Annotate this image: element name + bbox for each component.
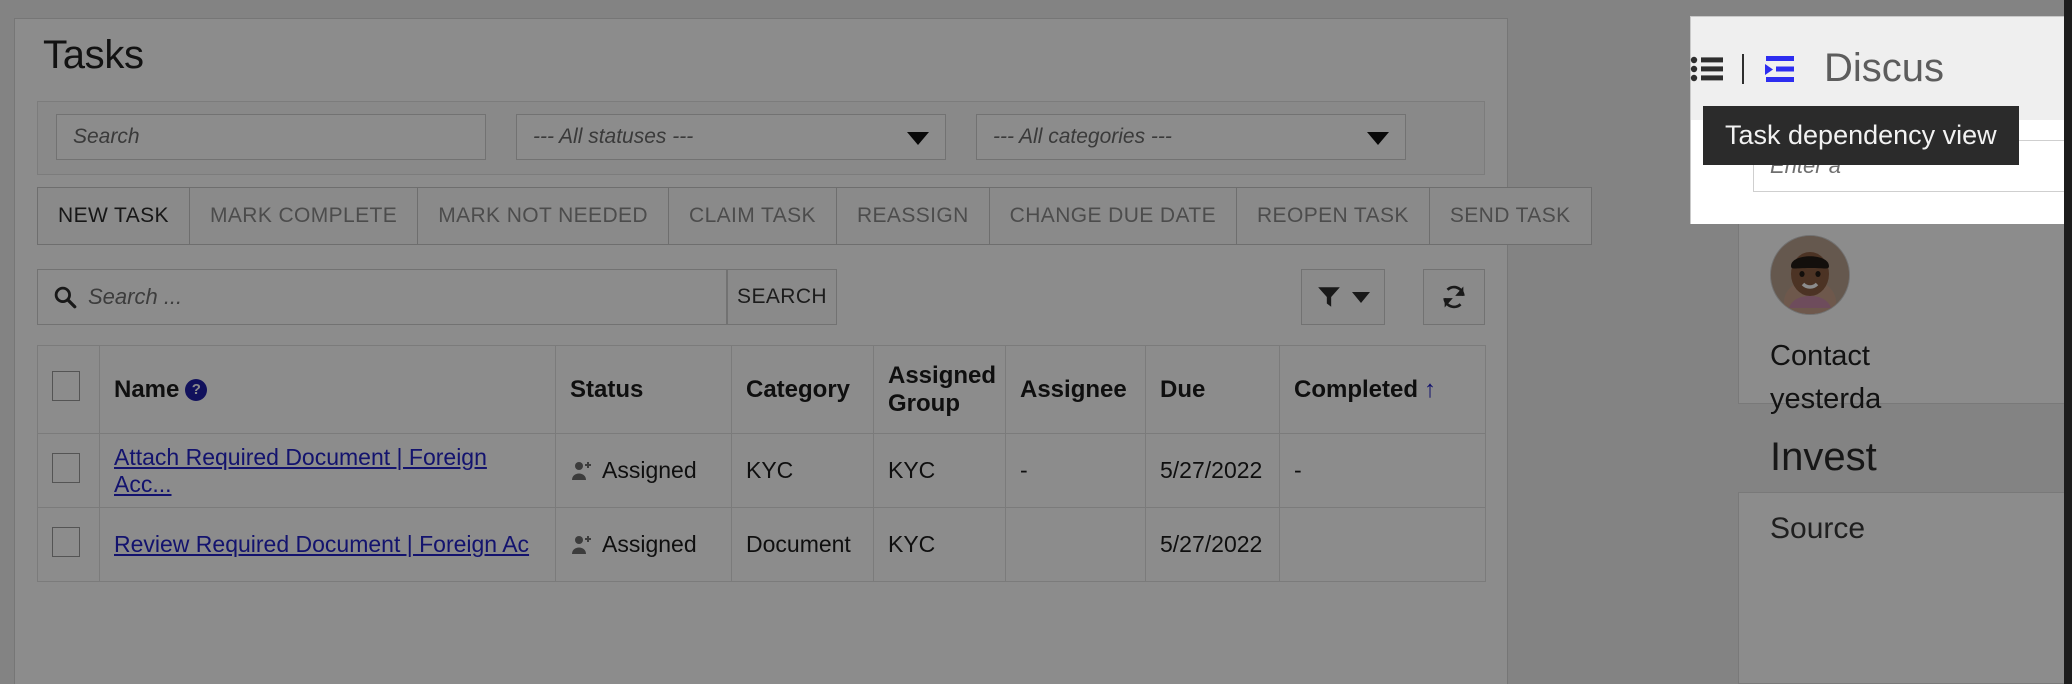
column-label-completed: Completed [1294, 375, 1419, 403]
new-task-button[interactable]: NEW TASK [37, 187, 189, 245]
change-due-date-button[interactable]: CHANGE DUE DATE [988, 187, 1236, 245]
tooltip: Task dependency view [1703, 106, 2019, 165]
mark-complete-button[interactable]: MARK COMPLETE [188, 187, 418, 245]
row-due-cell: 5/27/2022 [1145, 507, 1280, 582]
chevron-down-icon [907, 132, 929, 145]
row-assignee-cell: - [1005, 433, 1146, 508]
row-assigned-group-cell: KYC [873, 433, 1006, 508]
task-name-link[interactable]: Attach Required Document | Foreign Acc..… [114, 444, 487, 497]
chevron-down-icon [1367, 132, 1389, 145]
row-completed-cell: - [1279, 433, 1486, 508]
user-plus-icon [572, 535, 591, 554]
row-due-cell: 5/27/2022 [1145, 433, 1280, 508]
category-filter-select[interactable]: --- All categories --- [976, 114, 1406, 160]
select-all-checkbox[interactable] [52, 371, 80, 401]
chevron-down-icon [1352, 291, 1370, 303]
page-title: Tasks [43, 33, 144, 77]
reassign-button[interactable]: REASSIGN [835, 187, 989, 245]
view-switcher: Discus [1690, 46, 2072, 91]
select-all-header [37, 345, 100, 434]
row-assignee-cell [1005, 507, 1146, 582]
refresh-icon [1443, 285, 1465, 309]
list-view-icon[interactable] [1690, 54, 1724, 84]
column-header-assigned-group[interactable]: Assigned Group [873, 345, 1006, 434]
row-checkbox[interactable] [52, 526, 80, 557]
tasks-card: Tasks Search --- All statuses --- --- Al… [14, 18, 1592, 684]
row-checkbox[interactable] [52, 452, 80, 483]
table-row[interactable]: Review Required Document | Foreign Ac As… [37, 507, 1486, 582]
tasks-table: Name? Status Category Assigned Group Ass… [37, 345, 1486, 582]
search-button[interactable]: SEARCH [727, 269, 837, 325]
row-category-cell: KYC [731, 433, 874, 508]
filter-bar: Search --- All statuses --- --- All cate… [37, 101, 1485, 175]
status-label: Assigned [602, 457, 697, 483]
search-filter-input[interactable]: Search [56, 114, 486, 160]
refresh-button[interactable] [1423, 269, 1485, 325]
question-circle-icon[interactable]: ? [185, 378, 208, 401]
claim-task-button[interactable]: CLAIM TASK [668, 187, 836, 245]
search-input-placeholder: Search ... [88, 284, 183, 309]
row-assigned-group-cell: KYC [873, 507, 1006, 582]
table-search-row: Search ... SEARCH [37, 269, 1485, 325]
task-name-link[interactable]: Review Required Document | Foreign Ac [114, 531, 529, 557]
column-header-category[interactable]: Category [731, 345, 874, 434]
search-icon [52, 284, 78, 310]
send-task-button[interactable]: SEND TASK [1428, 187, 1592, 245]
column-header-name[interactable]: Name? [99, 345, 556, 434]
status-label: Assigned [602, 531, 697, 557]
sort-ascending-icon: ↑ [1424, 375, 1437, 403]
screen: Tasks Search --- All statuses --- --- Al… [0, 0, 2072, 684]
column-header-status[interactable]: Status [555, 345, 732, 434]
user-plus-icon [572, 461, 591, 480]
column-header-due[interactable]: Due [1145, 345, 1280, 434]
column-label-name: Name [114, 375, 180, 403]
table-row[interactable]: Attach Required Document | Foreign Acc..… [37, 433, 1486, 508]
filter-dropdown-button[interactable] [1301, 269, 1385, 325]
action-button-group: NEW TASK MARK COMPLETE MARK NOT NEEDED C… [37, 187, 1592, 245]
row-name-cell: Review Required Document | Foreign Ac [99, 507, 556, 582]
row-category-cell: Document [731, 507, 874, 582]
row-name-cell: Attach Required Document | Foreign Acc..… [99, 433, 556, 508]
row-status-cell: Assigned [555, 433, 732, 508]
viewport-right-edge [2064, 0, 2072, 684]
row-select-cell [37, 433, 100, 508]
status-filter-select[interactable]: --- All statuses --- [516, 114, 946, 160]
funnel-icon [1318, 287, 1340, 307]
column-header-completed[interactable]: Completed ↑ [1279, 345, 1486, 434]
row-select-cell [37, 507, 100, 582]
status-filter-value: --- All statuses --- [533, 125, 694, 148]
column-header-assignee[interactable]: Assignee [1005, 345, 1146, 434]
row-completed-cell [1279, 507, 1486, 582]
search-input[interactable]: Search ... [37, 269, 727, 325]
mark-not-needed-button[interactable]: MARK NOT NEEDED [417, 187, 668, 245]
row-status-cell: Assigned [555, 507, 732, 582]
table-header-row: Name? Status Category Assigned Group Ass… [37, 345, 1486, 434]
panel-title: Discus [1824, 46, 1945, 90]
category-filter-value: --- All categories --- [993, 125, 1172, 148]
toolbar-divider [1742, 53, 1744, 84]
reopen-task-button[interactable]: REOPEN TASK [1235, 187, 1429, 245]
task-dependency-icon[interactable] [1762, 54, 1796, 84]
